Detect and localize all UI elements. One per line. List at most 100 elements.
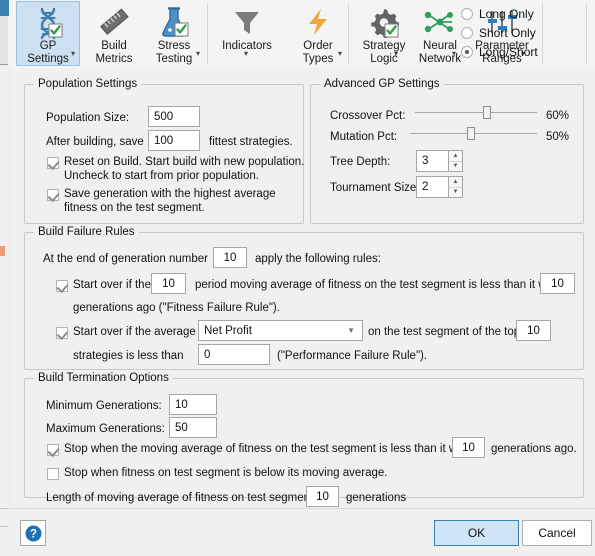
label-tree-depth: Tree Depth: (330, 156, 391, 168)
group-title-population-settings: Population Settings (34, 78, 142, 90)
chevron-down-icon-neural-network[interactable]: ▾ (452, 49, 456, 58)
settings-content: Population Settings Population Size: 500… (9, 68, 595, 508)
value-mutation-pct: 50% (546, 131, 570, 143)
funnel-icon (232, 1, 262, 40)
spinner-down-icon-tree-depth[interactable]: ▼ (449, 162, 462, 172)
input-fitness-rule-generations[interactable]: 10 (540, 273, 575, 294)
radio-long-only[interactable] (461, 7, 473, 20)
label-tournament-size: Tournament Size: (330, 182, 420, 194)
group-build-termination-options: Build Termination Options (24, 372, 584, 498)
ribbon-button-build-metrics[interactable]: Build Metrics (82, 1, 146, 66)
lightning-icon (303, 1, 333, 40)
label-reset-on-build-line2: Uncheck to start from prior population. (64, 170, 259, 182)
spinner-down-icon-tournament-size[interactable]: ▼ (449, 188, 462, 198)
dropdown-performance-metric[interactable]: Net Profit ▼ (198, 320, 363, 341)
chevron-down-icon-gp-settings[interactable]: ▾ (71, 49, 75, 58)
label-generation-number-prefix: At the end of generation number (43, 253, 208, 265)
spinner-up-icon-tree-depth[interactable]: ▲ (449, 151, 462, 162)
chevron-down-icon-indicators[interactable]: ▾ (244, 49, 248, 58)
input-stop-moving-average-generations[interactable]: 10 (452, 437, 485, 458)
dna-icon (33, 2, 63, 40)
checkbox-stop-moving-average[interactable] (47, 444, 59, 456)
slider-thumb-crossover[interactable] (483, 106, 491, 119)
background-accent-mark (0, 246, 5, 256)
label-fitness-rule-middle: period moving average of fitness on the … (195, 279, 559, 291)
network-icon (423, 1, 457, 40)
label-crossover-pct: Crossover Pct: (330, 110, 406, 122)
slider-track-crossover (415, 112, 537, 113)
radio-row-long-short[interactable]: Long/Short (461, 42, 553, 61)
label-stop-moving-average-suffix: generations ago. (491, 443, 577, 455)
slider-crossover-pct[interactable] (415, 106, 537, 120)
help-button[interactable]: ? (20, 520, 46, 546)
label-reset-on-build-line1: Reset on Build. Start build with new pop… (64, 156, 305, 168)
radio-row-short-only[interactable]: Short Only (461, 23, 553, 42)
spinner-up-icon-tournament-size[interactable]: ▲ (449, 177, 462, 188)
chevron-down-icon-order-types[interactable]: ▾ (338, 49, 342, 58)
radio-label-long-only: Long Only (479, 6, 534, 21)
label-stop-below-average: Stop when fitness on test segment is bel… (64, 467, 388, 479)
input-tree-depth[interactable]: 3 (416, 150, 449, 172)
input-population-size[interactable]: 500 (148, 106, 200, 127)
chevron-down-icon-strategy-logic[interactable]: ▾ (394, 49, 398, 58)
cancel-button[interactable]: Cancel (522, 520, 592, 546)
checkbox-reset-on-build[interactable] (47, 157, 59, 169)
gear-icon (369, 1, 399, 40)
input-generation-number[interactable]: 10 (213, 247, 247, 268)
input-fitness-rule-period[interactable]: 10 (151, 273, 186, 294)
input-minimum-generations[interactable]: 10 (169, 394, 217, 415)
chevron-down-icon-stress-testing[interactable]: ▾ (196, 49, 200, 58)
ribbon-toolbar: GP Settings ▾ Build Metrics Stress Testi… (9, 0, 595, 69)
radio-row-long-only[interactable]: Long Only (461, 4, 553, 23)
input-maximum-generations[interactable]: 50 (169, 417, 217, 438)
trade-direction-group: Long Only Short Only Long/Short (461, 4, 553, 61)
gp-settings-dialog: GP Settings ▾ Build Metrics Stress Testi… (0, 0, 595, 556)
checkbox-fitness-failure-rule[interactable] (56, 280, 68, 292)
dialog-footer: ? OK Cancel (9, 508, 595, 556)
radio-short-only[interactable] (461, 26, 473, 39)
ribbon-separator-4 (586, 3, 587, 64)
label-performance-rule-prefix: Start over if the average (73, 326, 196, 338)
label-save-generation-line2: fitness on the test segment. (64, 202, 205, 214)
checkbox-performance-failure-rule[interactable] (56, 327, 68, 339)
input-performance-threshold[interactable]: 0 (198, 344, 270, 365)
group-title-build-termination-options: Build Termination Options (34, 372, 173, 384)
input-tournament-size[interactable]: 2 (416, 176, 449, 198)
slider-thumb-mutation[interactable] (467, 127, 475, 140)
checkbox-stop-below-average[interactable] (47, 468, 59, 480)
flask-icon (159, 1, 189, 40)
group-title-advanced-gp-settings: Advanced GP Settings (320, 78, 444, 90)
input-fittest-count[interactable]: 100 (148, 130, 200, 151)
background-titlebar-sliver (0, 0, 9, 16)
background-toolbar-sliver (0, 16, 8, 65)
radio-label-long-short: Long/Short (479, 44, 538, 59)
label-fittest-suffix: fittest strategies. (209, 136, 293, 148)
ribbon-separator-2 (348, 3, 349, 64)
label-fitness-rule-prefix: Start over if the (73, 279, 151, 291)
input-performance-rule-top[interactable]: 10 (516, 320, 551, 341)
label-mutation-pct: Mutation Pct: (330, 131, 398, 143)
ribbon-separator-1 (207, 3, 208, 64)
ribbon-label-build-metrics: Build Metrics (95, 40, 133, 65)
label-save-generation-line1: Save generation with the highest average (64, 188, 276, 200)
label-minimum-generations: Minimum Generations: (46, 400, 162, 412)
label-moving-average-length-suffix: generations (346, 492, 407, 504)
value-crossover-pct: 60% (546, 110, 570, 122)
background-divider-2 (0, 526, 8, 527)
ok-button[interactable]: OK (434, 520, 519, 546)
svg-text:?: ? (29, 528, 36, 540)
spinner-tree-depth[interactable]: ▲ ▼ (449, 150, 463, 172)
slider-mutation-pct[interactable] (410, 127, 537, 141)
label-generation-number-suffix: apply the following rules: (255, 253, 381, 265)
label-fitness-rule-line2: generations ago ("Fitness Failure Rule")… (73, 302, 280, 314)
input-moving-average-length[interactable]: 10 (306, 486, 339, 507)
ruler-icon (99, 1, 129, 40)
label-population-size: Population Size: (46, 112, 130, 124)
group-title-build-failure-rules: Build Failure Rules (34, 226, 139, 238)
label-performance-rule-middle: on the test segment of the top (368, 326, 521, 338)
chevron-down-icon-performance-metric[interactable]: ▼ (347, 326, 355, 335)
checkbox-save-generation[interactable] (47, 189, 59, 201)
spinner-tournament-size[interactable]: ▲ ▼ (449, 176, 463, 198)
dropdown-value-performance-metric: Net Profit (204, 324, 252, 337)
radio-long-short[interactable] (461, 45, 473, 58)
